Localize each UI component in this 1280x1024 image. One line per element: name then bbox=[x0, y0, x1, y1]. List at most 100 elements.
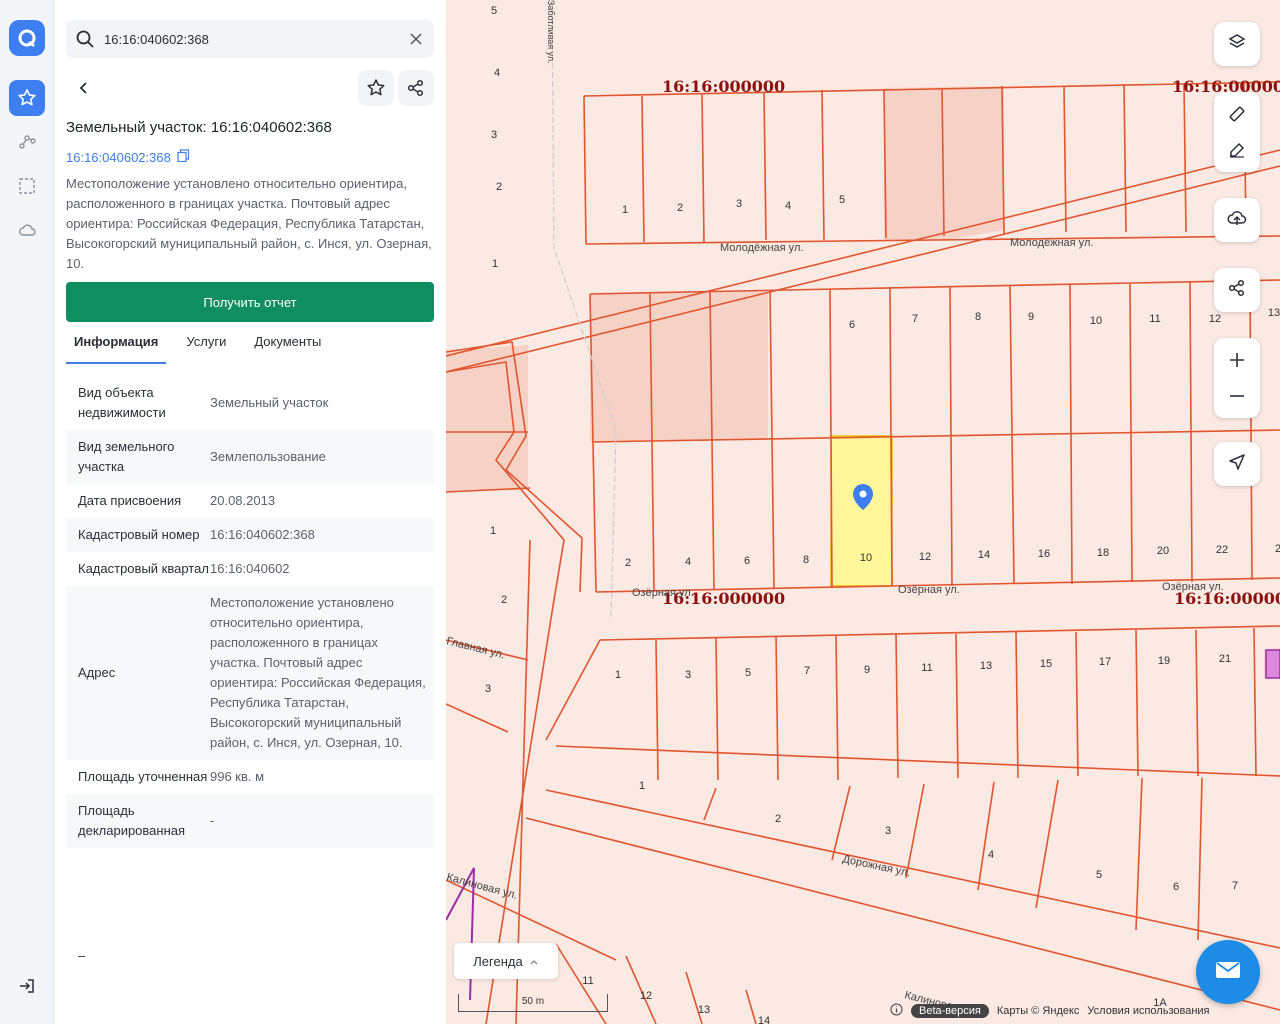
row-key: Кадастровый квартал bbox=[78, 561, 209, 576]
tab-documents[interactable]: Документы bbox=[246, 332, 329, 364]
tab-info[interactable]: Информация bbox=[66, 332, 167, 364]
map-svg[interactable]: 16:16:000000 16:16:000000 16:16:000000 1… bbox=[446, 0, 1280, 1024]
parcel-number: 2 bbox=[501, 594, 507, 606]
terms-link[interactable]: Условия использования bbox=[1087, 1005, 1209, 1017]
parcel-number: 14 bbox=[758, 1015, 770, 1024]
parcel-number: 17 bbox=[1099, 656, 1111, 668]
parcel-number: 9 bbox=[864, 664, 870, 676]
zoom-controls bbox=[1214, 338, 1260, 418]
parcel-number: 1 bbox=[490, 525, 496, 537]
parcel-number: 13 bbox=[1268, 307, 1280, 319]
map-canvas[interactable]: 16:16:000000 16:16:000000 16:16:000000 1… bbox=[446, 0, 1280, 1024]
zoom-out-icon[interactable] bbox=[1214, 378, 1260, 414]
favorite-icon[interactable] bbox=[358, 70, 394, 106]
attribution: Beta-версия Карты © Яндекс Условия испол… bbox=[890, 1003, 1210, 1019]
layers-icon[interactable] bbox=[1227, 32, 1247, 57]
row-key: Кадастровый номер bbox=[78, 527, 200, 542]
table-row: Кадастровый квартал 16:16:040602 bbox=[66, 552, 434, 586]
parcel-number: 4 bbox=[785, 200, 791, 212]
zoom-in-icon[interactable] bbox=[1214, 342, 1260, 378]
share-icon[interactable] bbox=[398, 70, 434, 106]
parcel-number: 2 bbox=[775, 813, 781, 825]
street-label: Озёрная ул. bbox=[632, 587, 694, 599]
parcel-number: 2 bbox=[496, 181, 502, 193]
locate-button[interactable] bbox=[1214, 442, 1260, 486]
edit-icon[interactable] bbox=[1214, 132, 1260, 168]
parcel-number: 12 bbox=[640, 990, 652, 1002]
scale-label: 50 m bbox=[521, 996, 545, 1007]
beta-badge: Beta-версия bbox=[911, 1004, 989, 1018]
table-row: Дата присвоения 20.08.2013 bbox=[66, 484, 434, 518]
parcel-number: 5 bbox=[491, 5, 497, 17]
cadastral-link[interactable]: 16:16:040602:368 bbox=[66, 149, 190, 165]
row-key: Вид объекта недвижимости bbox=[78, 385, 166, 420]
parcel-number: 2 bbox=[1275, 543, 1280, 555]
row-key: Вид земельного участка bbox=[78, 439, 175, 474]
trailing-dash: – bbox=[78, 948, 86, 963]
parcel-number: 5 bbox=[839, 194, 845, 206]
parcel-number: 1 bbox=[622, 204, 628, 216]
parcel-number: 13 bbox=[698, 1004, 710, 1016]
search-box bbox=[66, 20, 434, 58]
parcel-number: 3 bbox=[491, 129, 497, 141]
info-icon[interactable] bbox=[890, 1003, 903, 1019]
parcel-number: 3 bbox=[685, 669, 691, 681]
legend-label: Легенда bbox=[473, 953, 523, 969]
locate-icon[interactable] bbox=[1227, 452, 1247, 477]
parcel-number: 12 bbox=[919, 551, 931, 563]
route-icon[interactable] bbox=[9, 124, 45, 160]
info-table: Вид объекта недвижимости Земельный участо… bbox=[66, 376, 434, 848]
back-icon[interactable] bbox=[66, 70, 102, 106]
parcel-number: 8 bbox=[803, 554, 809, 566]
logo-icon[interactable] bbox=[9, 20, 45, 56]
row-key: Площадь декларированная bbox=[78, 803, 186, 838]
mail-icon[interactable] bbox=[1214, 959, 1242, 986]
parcel-number: 20 bbox=[1157, 545, 1169, 557]
table-row: Адрес Местоположение установлено относите… bbox=[66, 586, 434, 760]
parcel-number: 18 bbox=[1097, 547, 1109, 559]
star-icon[interactable] bbox=[9, 80, 45, 116]
street-label: Озёрная ул. bbox=[898, 584, 960, 596]
row-value: 20.08.2013 bbox=[210, 493, 276, 508]
share-map-button[interactable] bbox=[1214, 268, 1260, 312]
row-value: - bbox=[210, 813, 215, 828]
street-label: Озёрная ул. bbox=[1162, 581, 1224, 593]
select-area-icon[interactable] bbox=[9, 168, 45, 204]
row-key: Адрес bbox=[78, 665, 116, 680]
parcel-number: 5 bbox=[745, 667, 751, 679]
parcel-number: 4 bbox=[494, 67, 500, 79]
parcel-number: 4 bbox=[988, 849, 994, 861]
cloud-icon[interactable] bbox=[9, 212, 45, 248]
parcel-number: 14 bbox=[978, 549, 990, 561]
copy-icon[interactable] bbox=[177, 149, 190, 165]
parcel-number: 12 bbox=[1209, 313, 1221, 325]
share-map-icon[interactable] bbox=[1227, 278, 1247, 303]
parcel-number: 1 bbox=[492, 258, 498, 270]
parcel-number: 2 bbox=[677, 202, 683, 214]
ruler-icon[interactable] bbox=[1214, 96, 1260, 132]
street-label: Заботливая ул. bbox=[546, 0, 556, 64]
parcel-number: 6 bbox=[1173, 881, 1179, 893]
close-icon[interactable] bbox=[406, 29, 426, 49]
upload-icon[interactable] bbox=[1226, 207, 1248, 234]
tab-services[interactable]: Услуги bbox=[178, 332, 234, 364]
table-row: Кадастровый номер 16:16:040602:368 bbox=[66, 518, 434, 552]
cadastral-link-text[interactable]: 16:16:040602:368 bbox=[66, 150, 171, 165]
mail-button[interactable] bbox=[1196, 940, 1260, 1004]
legend-button[interactable]: Легенда bbox=[454, 943, 558, 979]
layers-button[interactable] bbox=[1214, 22, 1260, 66]
parcel-number: 7 bbox=[912, 313, 918, 325]
copyright-link[interactable]: Карты © Яндекс bbox=[997, 1005, 1080, 1017]
upload-button[interactable] bbox=[1214, 198, 1260, 242]
search-input[interactable] bbox=[104, 20, 394, 58]
row-value: Земельный участок bbox=[210, 395, 329, 410]
parcel-number: 8 bbox=[975, 311, 981, 323]
parcel-number: 11 bbox=[921, 662, 932, 674]
parcel-number: 5 bbox=[1096, 869, 1102, 881]
parcel-number: 3 bbox=[485, 683, 491, 695]
row-value: 996 кв. м bbox=[210, 769, 265, 784]
get-report-button[interactable]: Получить отчет bbox=[66, 282, 434, 322]
tabs: Информация Услуги Документы bbox=[66, 332, 434, 364]
search-icon bbox=[74, 28, 96, 55]
logout-icon[interactable] bbox=[9, 968, 45, 1004]
